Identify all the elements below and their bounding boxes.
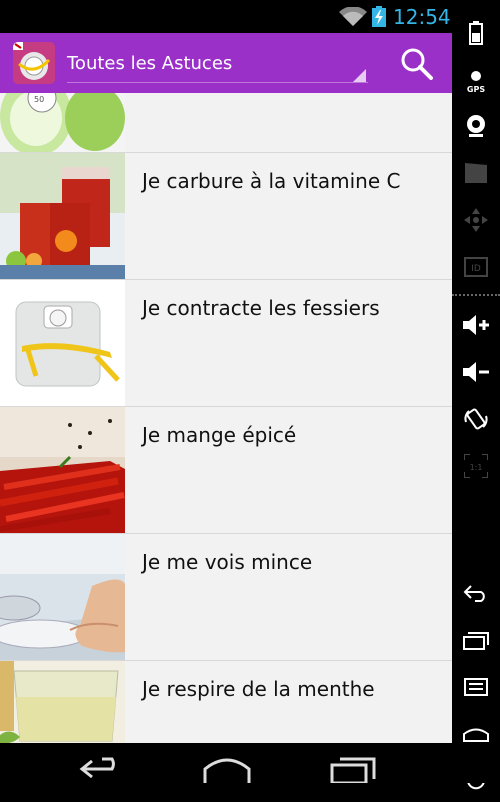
gps-icon[interactable]: GPS [452, 58, 500, 104]
volume-down-icon[interactable] [452, 349, 500, 395]
webcam-icon[interactable] [452, 103, 500, 149]
battery-icon[interactable] [452, 10, 500, 56]
tips-list[interactable]: 50 Je carbure à la vitamine C Je contrac… [0, 93, 452, 743]
home-icon[interactable] [202, 751, 252, 783]
volume-up-icon[interactable] [452, 302, 500, 348]
battery-charging-icon [372, 6, 386, 27]
recent-apps-icon[interactable] [452, 617, 500, 663]
ratio-icon[interactable]: 1:1 [452, 443, 500, 489]
list-item-label: Je mange épicé [142, 423, 297, 447]
list-item[interactable]: Je respire de la menthe [0, 661, 452, 743]
device-screen: 12:54 Toutes les Astuces 50 Je carbure à… [0, 0, 500, 790]
list-item-thumbnail: 50 [0, 93, 125, 152]
clapper-icon[interactable] [452, 150, 500, 196]
list-item[interactable]: Je me vois mince [0, 534, 452, 661]
back-icon[interactable] [78, 751, 124, 783]
list-item[interactable]: 50 [0, 93, 452, 153]
back-icon[interactable] [452, 570, 500, 616]
list-item-thumbnail [0, 534, 125, 660]
list-item[interactable]: Je carbure à la vitamine C [0, 153, 452, 280]
spinner-arrow-icon [353, 69, 366, 82]
list-item-label: Je respire de la menthe [142, 677, 375, 701]
recent-apps-icon[interactable] [330, 751, 376, 783]
spinner-label: Toutes les Astuces [67, 53, 233, 74]
ratio-label: 1:1 [470, 463, 483, 472]
status-bar: 12:54 [0, 0, 452, 33]
panel-divider [452, 294, 500, 296]
menu-icon[interactable] [452, 664, 500, 710]
list-item-thumbnail [0, 407, 125, 533]
list-item-label: Je me vois mince [142, 550, 313, 574]
search-icon[interactable] [398, 45, 436, 83]
clock: 12:54 [393, 5, 451, 29]
action-bar: Toutes les Astuces [0, 33, 452, 93]
list-item-thumbnail [0, 661, 125, 743]
svg-text:50: 50 [34, 95, 44, 104]
category-spinner[interactable]: Toutes les Astuces [60, 39, 368, 87]
list-item-label: Je contracte les fessiers [142, 296, 380, 320]
id-label: ID [471, 264, 481, 274]
app-logo-icon[interactable] [13, 42, 55, 84]
list-item[interactable]: Je mange épicé [0, 407, 452, 534]
list-item-thumbnail [0, 153, 125, 279]
dpad-icon[interactable] [452, 197, 500, 243]
navigation-bar [0, 743, 500, 783]
spinner-underline [67, 82, 368, 83]
id-icon[interactable]: ID [452, 244, 500, 290]
emulator-side-panel: GPS ID 1:1 [452, 0, 500, 790]
list-item-label: Je carbure à la vitamine C [142, 169, 401, 193]
wifi-icon [339, 7, 367, 26]
rotate-icon[interactable] [452, 396, 500, 442]
list-item[interactable]: Je contracte les fessiers [0, 280, 452, 407]
gps-label: GPS [467, 85, 485, 94]
list-item-thumbnail [0, 280, 125, 406]
